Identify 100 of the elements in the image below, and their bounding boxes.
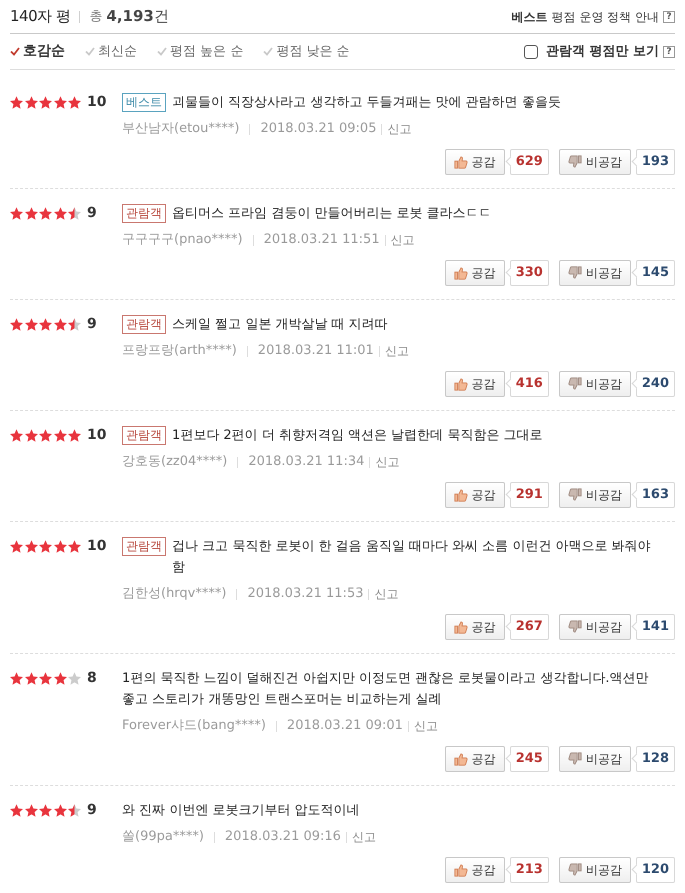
thumbs-down-icon <box>568 266 582 280</box>
like-button[interactable]: 공감 <box>444 482 505 508</box>
check-icon <box>263 47 274 56</box>
star-icon <box>68 207 81 220</box>
star-icon <box>10 207 23 220</box>
thumbs-up-icon <box>454 266 468 280</box>
dislike-count: 120 <box>630 857 675 883</box>
star-icon <box>39 429 52 442</box>
report-link[interactable]: 신고 <box>414 717 438 735</box>
star-icon <box>54 804 66 817</box>
star-icon <box>10 318 23 331</box>
thumbs-up-icon <box>454 377 468 391</box>
thumbs-down-icon <box>568 377 582 391</box>
report-link[interactable]: 신고 <box>384 342 409 360</box>
report-link[interactable]: 신고 <box>352 828 376 846</box>
star-icon <box>39 207 52 220</box>
star-icon <box>54 318 66 331</box>
star-icon <box>39 96 52 109</box>
thumbs-down-icon <box>568 752 582 766</box>
star-icon <box>10 804 23 817</box>
review-date: 2018.03.21 11:01 <box>258 342 374 360</box>
like-count: 213 <box>504 857 549 883</box>
like-count: 629 <box>504 149 549 175</box>
report-link[interactable]: 신고 <box>387 120 412 138</box>
like-button[interactable]: 공감 <box>444 371 505 397</box>
thumbs-down-icon <box>568 155 582 169</box>
review-date: 2018.03.21 09:05 <box>260 120 376 138</box>
rating-score: 8 <box>87 669 97 688</box>
dislike-count: 193 <box>630 149 675 175</box>
dislike-button[interactable]: 비공감 <box>558 857 631 883</box>
dislike-button[interactable]: 비공감 <box>558 149 631 175</box>
check-icon <box>10 47 20 56</box>
dislike-count: 145 <box>630 260 675 286</box>
help-button[interactable]: ? <box>663 46 675 58</box>
star-icon <box>24 207 38 220</box>
dislike-count: 163 <box>630 482 675 508</box>
rating-score: 10 <box>87 537 106 556</box>
report-link[interactable]: 신고 <box>374 585 398 603</box>
rating-score: 9 <box>87 204 97 223</box>
dislike-count: 141 <box>630 614 675 640</box>
review-badge: 관람객 <box>122 426 166 445</box>
star-icon <box>39 318 52 331</box>
star-icon <box>39 540 52 553</box>
review-text: 1편보다 2편이 더 취향저격임 액션은 날렵한데 묵직함은 그대로 <box>172 427 542 445</box>
author-name: 프랑프랑(arth****) <box>122 342 237 360</box>
like-count: 330 <box>504 260 549 286</box>
star-icon <box>24 540 38 553</box>
total-count: 4,193건 <box>106 6 169 28</box>
review-date: 2018.03.21 11:34 <box>248 453 364 472</box>
star-icon <box>24 318 38 331</box>
star-icon <box>54 429 66 442</box>
dislike-button[interactable]: 비공감 <box>558 746 631 772</box>
review-text: 옵티머스 프라임 겸둥이 만들어버리는 로봇 클라스ㄷㄷ <box>172 205 492 223</box>
dislike-button[interactable]: 비공감 <box>558 371 631 397</box>
star-icon <box>10 96 23 109</box>
review-text: 괴물들이 직장상사라고 생각하고 두들겨패는 맛에 관람하면 좋을듯 <box>172 94 561 112</box>
star-icon <box>68 672 81 685</box>
rating-score: 10 <box>87 93 106 112</box>
checkbox[interactable] <box>524 44 538 58</box>
like-count: 291 <box>504 482 549 508</box>
author-name: 구구구구(pnao****) <box>122 231 243 250</box>
dislike-count: 240 <box>630 371 675 397</box>
check-icon <box>85 47 95 56</box>
review-text: 1편의 묵직한 느낌이 덜해진건 아쉽지만 이정도면 괜찮은 로봇물이라고 생각합니다.액션만 좋고 스토리가 개똥망인 트랜스포머는 비교하는게 실례 <box>122 670 650 709</box>
sort-option[interactable]: 평점 높은 순 <box>157 42 244 62</box>
dislike-button[interactable]: 비공감 <box>558 260 631 286</box>
dislike-count: 128 <box>630 746 675 772</box>
sort-option[interactable]: 평점 낮은 순 <box>263 42 350 62</box>
star-icon <box>24 429 38 442</box>
like-button[interactable]: 공감 <box>444 614 505 640</box>
dislike-button[interactable]: 비공감 <box>558 482 631 508</box>
section-title: 140자 평 <box>10 6 70 28</box>
policy-link[interactable]: 베스트 평점 운영 정책 안내 <box>512 8 659 26</box>
report-link[interactable]: 신고 <box>375 453 400 471</box>
rating-score: 10 <box>87 426 106 445</box>
review-badge: 관람객 <box>122 537 166 556</box>
dislike-button[interactable]: 비공감 <box>558 614 631 640</box>
like-button[interactable]: 공감 <box>444 857 505 883</box>
review-badge: 관람객 <box>122 204 166 223</box>
like-button[interactable]: 공감 <box>444 260 505 286</box>
review-text: 스케일 쩔고 일본 개박살날 때 지려따 <box>172 316 388 334</box>
thumbs-down-icon <box>568 488 582 502</box>
star-icon <box>68 429 81 442</box>
star-icon <box>10 429 23 442</box>
review-date: 2018.03.21 11:53 <box>247 585 364 604</box>
review-date: 2018.03.21 09:16 <box>224 828 341 846</box>
rating-score: 9 <box>87 801 97 820</box>
like-button[interactable]: 공감 <box>444 746 505 772</box>
star-icon <box>68 804 81 817</box>
like-count: 416 <box>504 371 549 397</box>
sort-option[interactable]: 호감순 <box>10 41 65 62</box>
sort-option[interactable]: 최신순 <box>85 42 137 62</box>
star-icon <box>54 540 66 553</box>
help-button[interactable]: ? <box>663 10 675 22</box>
star-icon <box>24 96 38 109</box>
author-name: 쏠(99pa****) <box>122 828 204 846</box>
review-text: 와 진짜 이번엔 로봇크기부터 압도적이네 <box>122 802 360 820</box>
like-button[interactable]: 공감 <box>444 149 505 175</box>
report-link[interactable]: 신고 <box>390 231 415 249</box>
review-date: 2018.03.21 11:51 <box>264 231 380 250</box>
